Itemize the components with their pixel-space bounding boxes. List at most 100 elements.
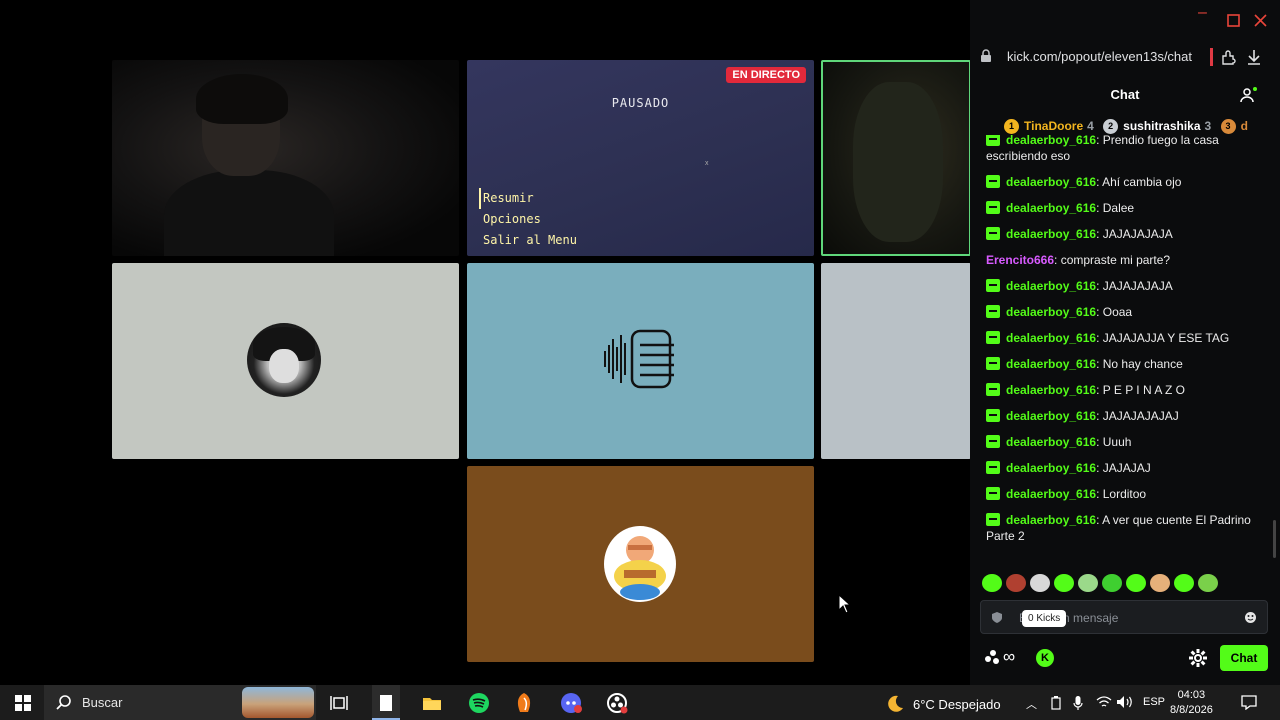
chat-username[interactable]: dealaerboy_616 bbox=[1006, 513, 1096, 527]
emote-icon[interactable] bbox=[1030, 574, 1050, 592]
webcam-tile-guest[interactable] bbox=[821, 60, 971, 256]
taskbar-app-spotify[interactable] bbox=[465, 685, 493, 720]
game-screen-tile[interactable]: EN DIRECTO PAUSADO x Resumir Opciones Sa… bbox=[467, 60, 814, 256]
lock-icon bbox=[981, 49, 991, 62]
gifter-item[interactable]: 3 d bbox=[1220, 118, 1248, 134]
chat-username[interactable]: dealaerboy_616 bbox=[1006, 175, 1096, 189]
gifter-item[interactable]: 1 TinaDoore 4 bbox=[1004, 118, 1094, 134]
download-icon[interactable] bbox=[1246, 48, 1262, 66]
subscriber-badge-icon bbox=[986, 435, 1000, 448]
chat-username[interactable]: Erencito666 bbox=[986, 253, 1054, 267]
taskbar-app-fl-studio[interactable] bbox=[510, 685, 538, 720]
chat-username[interactable]: dealaerboy_616 bbox=[1006, 435, 1096, 449]
weather-widget[interactable]: 6°C Despejado bbox=[885, 694, 1001, 714]
participant-tile-3[interactable] bbox=[821, 263, 971, 459]
microphone-icon[interactable] bbox=[1073, 695, 1083, 711]
community-icon[interactable] bbox=[984, 649, 1000, 665]
taskbar: Buscar 6°C Despejado ︿ ESP 04:03 8/8/202… bbox=[0, 685, 1280, 720]
emote-icon[interactable] bbox=[1198, 574, 1218, 592]
webcam-tile-host[interactable] bbox=[112, 60, 459, 256]
gifter-item[interactable]: 2 sushitrashika 3 bbox=[1103, 118, 1212, 134]
person-silhouette-body bbox=[164, 170, 334, 256]
gifter-count: 3 bbox=[1204, 119, 1212, 133]
chat-message: dealaerboy_616: JAJAJAJAJA bbox=[986, 273, 1262, 299]
taskbar-app-notepad[interactable] bbox=[372, 685, 400, 720]
chat-message: dealaerboy_616: Uuuh bbox=[986, 429, 1262, 455]
pause-title: PAUSADO bbox=[611, 96, 670, 110]
notifications-icon[interactable] bbox=[1241, 695, 1257, 710]
chat-username[interactable]: dealaerboy_616 bbox=[1006, 227, 1096, 241]
chevron-up-icon[interactable]: ︿ bbox=[1026, 696, 1037, 712]
emote-icon[interactable] bbox=[1078, 574, 1098, 592]
rank-badge: 3 bbox=[1220, 118, 1236, 134]
cursor-dot: x bbox=[705, 160, 709, 167]
taskbar-search[interactable]: Buscar bbox=[44, 685, 316, 720]
emote-icon[interactable] bbox=[1006, 574, 1026, 592]
extensions-icon[interactable] bbox=[1220, 48, 1238, 66]
chat-scrollbar[interactable] bbox=[1273, 520, 1276, 558]
subscriber-badge-icon bbox=[986, 227, 1000, 240]
send-chat-button[interactable]: Chat bbox=[1220, 645, 1268, 671]
chat-message-text: : JAJAJAJJA Y ESE TAG bbox=[1096, 331, 1230, 345]
chat-username[interactable]: dealaerboy_616 bbox=[1006, 357, 1096, 371]
subscriber-badge-icon bbox=[986, 305, 1000, 318]
gear-icon[interactable] bbox=[1188, 648, 1208, 668]
minimize-icon[interactable]: – bbox=[1198, 4, 1207, 22]
chat-username[interactable]: dealaerboy_616 bbox=[1006, 383, 1096, 397]
battery-icon[interactable] bbox=[1051, 696, 1061, 710]
chat-username[interactable]: dealaerboy_616 bbox=[1006, 201, 1096, 215]
clock[interactable]: 04:03 8/8/2026 bbox=[1170, 688, 1213, 718]
close-icon[interactable] bbox=[1254, 14, 1267, 27]
rank-badge: 1 bbox=[1004, 118, 1019, 134]
wifi-icon[interactable] bbox=[1096, 695, 1112, 709]
emote-icon[interactable] bbox=[1174, 574, 1194, 592]
chat-message-text: : JAJAJAJAJAJ bbox=[1096, 409, 1179, 423]
chat-username[interactable]: dealaerboy_616 bbox=[1006, 279, 1096, 293]
chat-message: Erencito666: compraste mi parte? bbox=[986, 247, 1262, 273]
maximize-icon[interactable] bbox=[1227, 14, 1240, 27]
emote-icon[interactable] bbox=[1126, 574, 1146, 592]
mouse-cursor-icon bbox=[838, 594, 852, 614]
chat-username[interactable]: dealaerboy_616 bbox=[1006, 409, 1096, 423]
emote-icon[interactable] bbox=[1102, 574, 1122, 592]
chat-message-text: : JAJAJAJAJA bbox=[1096, 279, 1173, 293]
language-indicator[interactable]: ESP bbox=[1143, 696, 1165, 708]
person-silhouette bbox=[853, 82, 943, 242]
volume-icon[interactable] bbox=[1116, 695, 1134, 709]
subscriber-badge-icon bbox=[986, 487, 1000, 500]
subscriber-badge-icon bbox=[986, 383, 1000, 396]
participant-tile-4[interactable] bbox=[467, 466, 814, 662]
pause-menu-item-options[interactable]: Opciones bbox=[483, 209, 577, 230]
chat-username[interactable]: dealaerboy_616 bbox=[1006, 135, 1096, 147]
chat-username[interactable]: dealaerboy_616 bbox=[1006, 331, 1096, 345]
participant-tile-2[interactable] bbox=[467, 263, 814, 459]
chat-username[interactable]: dealaerboy_616 bbox=[1006, 461, 1096, 475]
taskbar-app-obs[interactable] bbox=[603, 685, 631, 720]
chat-username[interactable]: dealaerboy_616 bbox=[1006, 487, 1096, 501]
address-bar[interactable]: kick.com/popout/eleven13s/chat bbox=[970, 40, 1280, 74]
rank-badge: 2 bbox=[1103, 118, 1119, 134]
taskbar-app-discord[interactable] bbox=[557, 685, 585, 720]
kick-logo-icon[interactable]: K bbox=[1036, 649, 1054, 667]
url-text[interactable]: kick.com/popout/eleven13s/chat bbox=[1007, 49, 1197, 64]
recording-indicator bbox=[1210, 48, 1213, 66]
audio-wave-icon bbox=[604, 329, 674, 389]
emoji-icon[interactable] bbox=[1244, 611, 1257, 624]
emote-icon[interactable] bbox=[982, 574, 1002, 592]
pause-menu-item-resume[interactable]: Resumir bbox=[479, 188, 577, 209]
users-icon[interactable] bbox=[1240, 86, 1258, 104]
spotify-icon bbox=[469, 692, 489, 713]
obs-icon bbox=[607, 692, 628, 713]
emote-icon[interactable] bbox=[1150, 574, 1170, 592]
task-view-icon bbox=[330, 695, 348, 710]
infinity-icon[interactable]: ∞ bbox=[1003, 647, 1015, 667]
chat-username[interactable]: dealaerboy_616 bbox=[1006, 305, 1096, 319]
gifter-name: d bbox=[1240, 119, 1248, 133]
chat-actions-bar: ∞ K Chat bbox=[970, 644, 1280, 674]
start-button[interactable] bbox=[8, 685, 38, 720]
participant-tile-1[interactable] bbox=[112, 263, 459, 459]
taskbar-app-explorer[interactable] bbox=[418, 685, 446, 720]
task-view-button[interactable] bbox=[326, 685, 352, 720]
pause-menu-item-exit[interactable]: Salir al Menu bbox=[483, 230, 577, 251]
emote-icon[interactable] bbox=[1054, 574, 1074, 592]
